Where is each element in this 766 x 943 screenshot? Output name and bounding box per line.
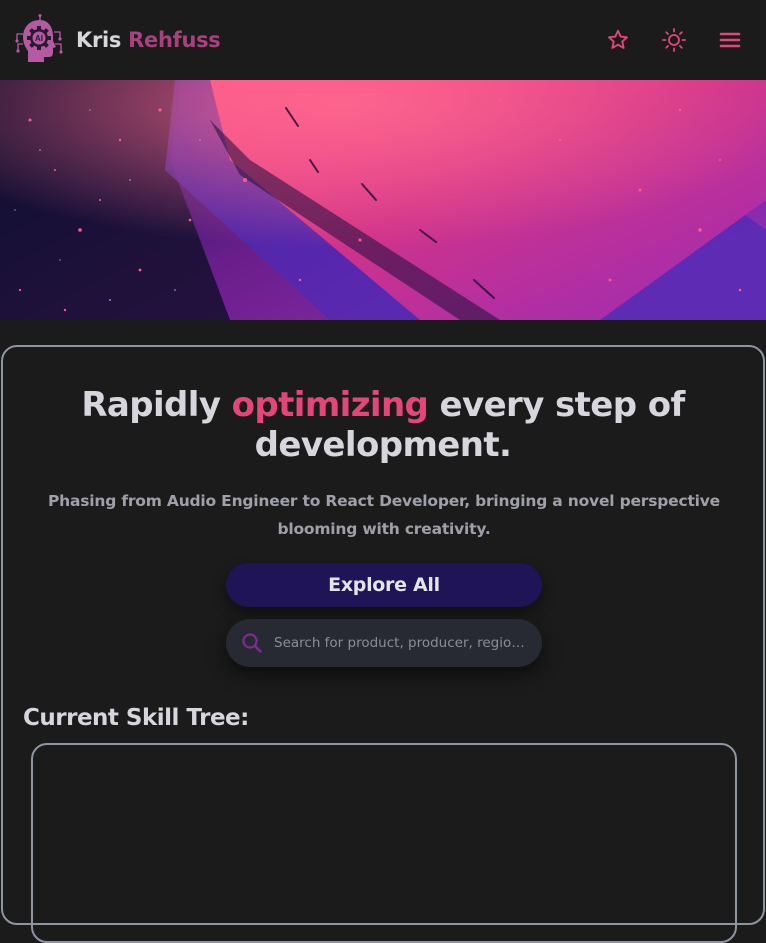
headline-part-1: Rapidly [81,385,232,425]
brand-last-name: Rehfuss [128,28,221,52]
ai-head-logo[interactable]: AI [14,14,66,66]
skill-tree-panel [31,743,737,943]
hero-banner-image [0,80,766,320]
intro-card: Rapidly optimizing every step of develop… [1,345,765,943]
page-headline: Rapidly optimizing every step of develop… [23,385,743,465]
top-navbar: AI Kris Rehfuss [0,0,766,80]
headline-accent: optimizing [231,385,429,425]
hamburger-icon [719,32,741,48]
menu-button[interactable] [715,25,745,55]
search-icon [240,631,264,655]
search-input[interactable] [272,634,528,652]
star-icon [608,29,628,49]
svg-text:AI: AI [35,34,43,43]
search-bar [226,619,542,667]
explore-all-button[interactable]: Explore All [226,563,542,607]
sun-icon [662,28,686,52]
favorites-button[interactable] [603,25,633,55]
theme-toggle-button[interactable] [659,25,689,55]
skill-tree-heading: Current Skill Tree: [23,705,249,731]
page-subtitle: Phasing from Audio Engineer to React Dev… [48,492,720,538]
brand-first-name: Kris [76,28,122,52]
brand-name[interactable]: Kris Rehfuss [76,26,221,54]
